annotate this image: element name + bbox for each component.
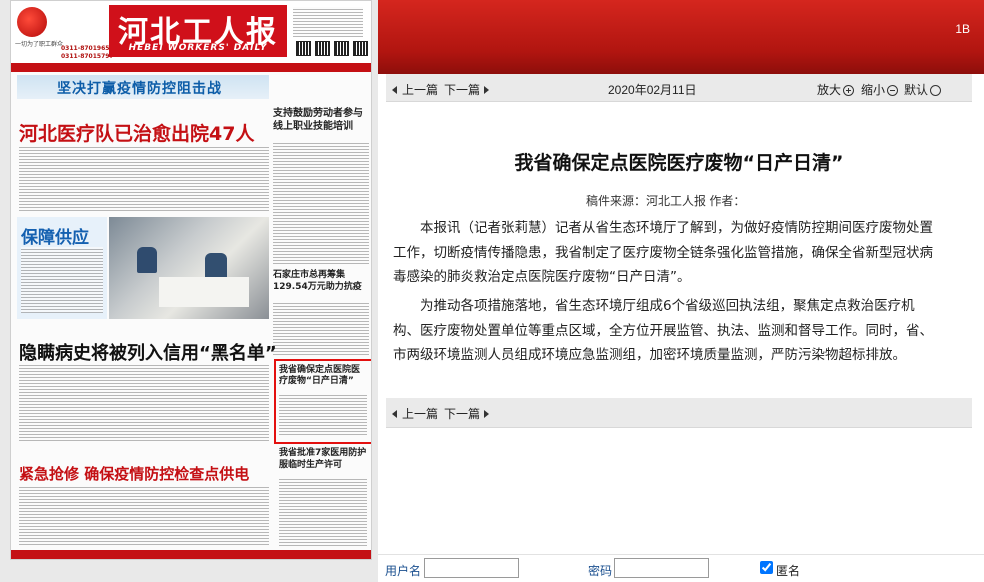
zoom-in-button[interactable]: 放大 — [817, 81, 855, 98]
newspaper-headline[interactable]: 石家庄市总再筹集129.54万元助力抗疫 — [273, 269, 369, 293]
newspaper-masthead: 一切为了职工群众 0311-87019650 0311-87015797 河北工… — [11, 1, 371, 63]
next-article-link[interactable]: 下一篇 — [444, 405, 490, 422]
page-header-bar: 1B — [378, 0, 984, 74]
photo-fabric — [159, 277, 249, 307]
prev-article-link[interactable]: 上一篇 — [392, 81, 438, 98]
newspaper-page-image[interactable]: 一切为了职工群众 0311-87019650 0311-87015797 河北工… — [10, 0, 372, 560]
article-title: 我省确保定点医院医疗废物“日产日清” — [514, 152, 844, 174]
anonymous-label: 匿名 — [776, 564, 801, 578]
article-nav-top: 上一篇 下一篇 2020年02月11日 放大 缩小 默认 — [386, 74, 972, 102]
next-article-link[interactable]: 下一篇 — [444, 81, 490, 98]
newspaper-headline[interactable]: 河北医疗队已治愈出院47人 — [19, 119, 254, 146]
username-label: 用户名 — [385, 564, 422, 578]
newspaper-banner-text: 坚决打赢疫情防控阻击战 — [57, 81, 222, 97]
selected-article-highlight[interactable] — [274, 359, 371, 444]
newspaper-phone-2: 0311-87015797 — [61, 53, 114, 60]
newspaper-headline[interactable]: 支持鼓励劳动者参与线上职业技能培训 — [273, 107, 369, 133]
zoom-in-label: 放大 — [817, 83, 842, 97]
username-input[interactable] — [424, 558, 519, 578]
newspaper-title-box: 河北工人报 HEBEI WORKERS' DAILY — [109, 5, 287, 57]
newspaper-headline[interactable]: 保障供应 — [21, 223, 89, 248]
newspaper-headline[interactable]: 紧急抢修 确保疫情防控检查点供电 — [19, 463, 249, 484]
article-content: 我省确保定点医院医疗废物“日产日清” 稿件来源：河北工人报 作者： 本报讯（记者… — [386, 104, 972, 396]
newspaper-info-lines — [293, 7, 369, 37]
newspaper-banner: 坚决打赢疫情防控阻击战 — [17, 75, 269, 99]
newspaper-text-block — [279, 477, 367, 547]
article-paragraph: 本报讯（记者张莉慧）记者从省生态环境厅了解到，为做好疫情防控期间医疗废物处置工作… — [393, 220, 933, 285]
issue-date: 2020年02月11日 — [608, 83, 697, 97]
newspaper-text-block — [273, 301, 369, 355]
password-input[interactable] — [614, 558, 709, 578]
zoom-default-label: 默认 — [904, 83, 929, 97]
circle-icon — [930, 85, 942, 96]
newspaper-text-block — [19, 145, 269, 213]
zoom-out-button[interactable]: 缩小 — [861, 81, 899, 98]
next-article-label: 下一篇 — [444, 83, 481, 97]
newspaper-headline-text: 我省批准7家医用防护服临时生产许可 — [279, 448, 367, 470]
newspaper-info-text — [293, 7, 363, 37]
newspaper-phone-1: 0311-87019650 — [61, 45, 114, 52]
newspaper-headline[interactable]: 隐瞒病史将被列入信用“黑名单” — [19, 339, 277, 365]
newspaper-text-block — [21, 247, 103, 313]
qr-code-icon — [334, 41, 349, 56]
next-article-label: 下一篇 — [444, 407, 481, 421]
password-label: 密码 — [588, 564, 613, 578]
article-nav-bottom: 上一篇 下一篇 — [386, 398, 972, 428]
anonymous-checkbox[interactable] — [760, 561, 773, 574]
page-code-label: 1B — [955, 22, 970, 36]
newspaper-headline[interactable]: 我省批准7家医用防护服临时生产许可 — [279, 447, 367, 471]
qr-code-icon — [296, 41, 311, 56]
newspaper-dateline — [11, 63, 371, 72]
triangle-right-icon — [484, 86, 490, 94]
newspaper-supply-box: 保障供应 — [17, 217, 107, 319]
article-paragraph: 为推动各项措施落地，省生态环境厅组成6个省级巡回执法组，聚焦定点救治医疗机构、医… — [393, 298, 933, 363]
newspaper-logo — [17, 7, 47, 37]
article-source: 稿件来源：河北工人报 作者： — [586, 194, 746, 208]
newspaper-text-block — [19, 485, 269, 547]
triangle-left-icon — [392, 86, 397, 94]
qr-code-icon — [315, 41, 330, 56]
qr-code-icon — [353, 41, 368, 56]
login-bar: 用户名 密码 匿名 — [378, 554, 984, 582]
prev-article-label: 上一篇 — [402, 83, 439, 97]
newspaper-headline-text: 石家庄市总再筹集129.54万元助力抗疫 — [273, 270, 362, 292]
triangle-left-icon — [392, 410, 397, 418]
triangle-right-icon — [484, 410, 490, 418]
newspaper-bottom-strip — [11, 550, 371, 559]
prev-article-label: 上一篇 — [402, 407, 439, 421]
newspaper-headline-text: 支持鼓励劳动者参与线上职业技能培训 — [273, 108, 363, 132]
plus-circle-icon — [843, 85, 855, 96]
photo-worker — [137, 247, 157, 273]
newspaper-text-block — [19, 363, 269, 441]
newspaper-photo — [109, 217, 269, 319]
newspaper-slogan: 一切为了职工群众 — [15, 41, 64, 48]
prev-article-link[interactable]: 上一篇 — [392, 405, 438, 422]
newspaper-text-block — [273, 141, 369, 265]
zoom-out-label: 缩小 — [861, 83, 886, 97]
newspaper-title-english: HEBEI WORKERS' DAILY — [128, 43, 268, 53]
zoom-default-button[interactable]: 默认 — [904, 81, 942, 98]
minus-circle-icon — [887, 85, 899, 96]
newspaper-page-panel: 一切为了职工群众 0311-87019650 0311-87015797 河北工… — [0, 0, 378, 582]
